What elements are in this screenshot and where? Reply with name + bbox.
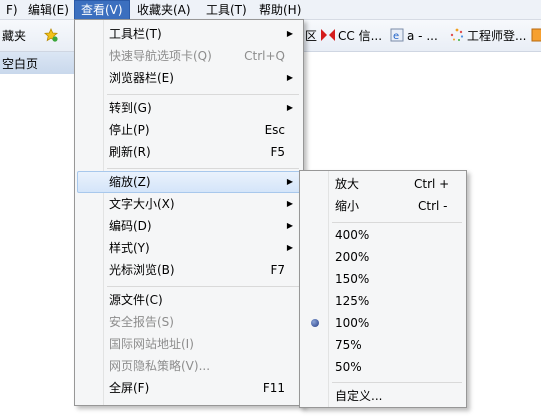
menu-item-shortcut: Ctrl+Q xyxy=(244,49,285,63)
menu-item-zoom[interactable]: 缩放(Z) ▶ xyxy=(77,171,301,193)
menu-item-caret-browsing[interactable]: 光标浏览(B) F7 xyxy=(77,259,301,281)
menu-separator xyxy=(332,222,462,223)
menu-item-full-screen[interactable]: 全屏(F) F11 xyxy=(77,377,301,399)
menu-item-quick-tabs[interactable]: 快速导航选项卡(Q) Ctrl+Q xyxy=(77,45,301,67)
submenu-arrow-icon: ▶ xyxy=(286,243,293,252)
menu-item-label: 100% xyxy=(335,316,370,330)
zoom-level-item-selected[interactable]: 100% xyxy=(302,312,464,334)
menu-item-label: 网页隐私策略(V)... xyxy=(109,359,211,373)
menu-item-shortcut: F7 xyxy=(270,263,285,277)
menu-item-label: 光标浏览(B) xyxy=(109,263,175,277)
zoom-level-item[interactable]: 400% xyxy=(302,224,464,246)
menu-item-label: 源文件(C) xyxy=(109,293,163,307)
menu-item-stop[interactable]: 停止(P) Esc xyxy=(77,119,301,141)
menu-item-label: 停止(P) xyxy=(109,123,150,137)
menu-item-label: 50% xyxy=(335,360,362,374)
menu-item-label: 编码(D) xyxy=(109,219,152,233)
favorite-item-label: CC 信... xyxy=(338,29,383,43)
menu-item-label: 样式(Y) xyxy=(109,241,150,255)
zoom-custom-item[interactable]: 自定义... xyxy=(302,385,464,407)
favorite-item[interactable]: e a - ... xyxy=(390,26,438,46)
radio-selected-icon xyxy=(311,319,319,327)
menu-item-label: 刷新(R) xyxy=(109,145,151,159)
menu-edit[interactable]: 编辑(E) xyxy=(22,0,75,20)
favorite-item[interactable]: 区 xyxy=(305,26,317,46)
menu-item-label: 工具栏(T) xyxy=(109,27,162,41)
menu-item-label: 75% xyxy=(335,338,362,352)
favorite-item[interactable] xyxy=(531,26,541,46)
menu-separator xyxy=(107,286,299,287)
menu-item-toolbars[interactable]: 工具栏(T) ▶ xyxy=(77,23,301,45)
add-favorite-button[interactable] xyxy=(44,26,61,46)
menu-item-label: 200% xyxy=(335,250,370,264)
page-icon xyxy=(531,28,541,42)
menu-item-label: 全屏(F) xyxy=(109,381,150,395)
menu-item-international-address[interactable]: 国际网站地址(I) xyxy=(77,333,301,355)
zoom-out-item[interactable]: 缩小 Ctrl - xyxy=(302,195,464,217)
menu-item-view-source[interactable]: 源文件(C) xyxy=(77,289,301,311)
zoom-level-item[interactable]: 125% xyxy=(302,290,464,312)
bowtie-icon xyxy=(321,29,335,41)
menu-item-encoding[interactable]: 编码(D) ▶ xyxy=(77,215,301,237)
menu-item-shortcut: F11 xyxy=(262,381,285,395)
favorite-item[interactable]: CC 信... xyxy=(321,26,382,46)
zoom-in-item[interactable]: 放大 Ctrl + xyxy=(302,173,464,195)
menu-separator xyxy=(107,168,299,169)
loading-spinner-icon xyxy=(450,28,464,41)
menu-item-label: 缩放(Z) xyxy=(109,175,151,189)
submenu-arrow-icon: ▶ xyxy=(286,221,293,230)
star-add-icon xyxy=(44,28,58,42)
favorite-item[interactable]: 工程师登... xyxy=(450,26,526,46)
favorites-label[interactable]: 藏夹 xyxy=(2,26,26,46)
menu-help[interactable]: 帮助(H) xyxy=(253,0,307,20)
menu-favorites[interactable]: 收藏夹(A) xyxy=(131,0,197,20)
menu-item-label: 缩小 xyxy=(335,199,360,213)
menu-item-label: 150% xyxy=(335,272,370,286)
menu-item-label: 国际网站地址(I) xyxy=(109,337,194,351)
menu-separator xyxy=(107,94,299,95)
submenu-arrow-icon: ▶ xyxy=(286,177,293,186)
favorite-item-label: a - ... xyxy=(407,29,438,43)
zoom-submenu: 放大 Ctrl + 缩小 Ctrl - 400% 200% 150% 125% … xyxy=(299,170,467,408)
menu-item-shortcut: F5 xyxy=(270,145,285,159)
menu-item-shortcut: Esc xyxy=(264,123,285,137)
menu-tools[interactable]: 工具(T) xyxy=(200,0,253,20)
menu-item-explorer-bars[interactable]: 浏览器栏(E) ▶ xyxy=(77,67,301,89)
menu-item-label: 浏览器栏(E) xyxy=(109,71,174,85)
svg-text:e: e xyxy=(393,31,399,42)
submenu-arrow-icon: ▶ xyxy=(286,29,293,38)
menu-item-style[interactable]: 样式(Y) ▶ xyxy=(77,237,301,259)
tab-label: 空白页 xyxy=(2,57,39,71)
menu-item-privacy-policy[interactable]: 网页隐私策略(V)... xyxy=(77,355,301,377)
zoom-level-item[interactable]: 150% xyxy=(302,268,464,290)
menu-item-label: 文字大小(X) xyxy=(109,197,175,211)
menu-bar: F) 编辑(E) 查看(V) 收藏夹(A) 工具(T) 帮助(H) xyxy=(0,0,541,20)
menu-item-label: 放大 xyxy=(335,177,360,191)
menu-item-label: 400% xyxy=(335,228,370,242)
submenu-arrow-icon: ▶ xyxy=(286,199,293,208)
zoom-level-item[interactable]: 75% xyxy=(302,334,464,356)
submenu-arrow-icon: ▶ xyxy=(286,73,293,82)
submenu-arrow-icon: ▶ xyxy=(286,103,293,112)
menu-item-shortcut: Ctrl + xyxy=(414,177,450,191)
menu-item-go-to[interactable]: 转到(G) ▶ xyxy=(77,97,301,119)
zoom-level-item[interactable]: 200% xyxy=(302,246,464,268)
menu-item-text-size[interactable]: 文字大小(X) ▶ xyxy=(77,193,301,215)
menu-item-refresh[interactable]: 刷新(R) F5 xyxy=(77,141,301,163)
menu-view[interactable]: 查看(V) xyxy=(74,0,130,20)
menu-item-shortcut: Ctrl - xyxy=(418,199,448,213)
menu-separator xyxy=(332,382,462,383)
menu-item-label: 快速导航选项卡(Q) xyxy=(109,49,212,63)
zoom-level-item[interactable]: 50% xyxy=(302,356,464,378)
favorite-item-label: 工程师登... xyxy=(467,29,527,43)
menu-item-label: 自定义... xyxy=(335,389,383,403)
menu-item-label: 125% xyxy=(335,294,370,308)
menu-file[interactable]: F) xyxy=(0,0,24,20)
view-menu: 工具栏(T) ▶ 快速导航选项卡(Q) Ctrl+Q 浏览器栏(E) ▶ 转到(… xyxy=(74,19,304,406)
ie-page-icon: e xyxy=(390,28,404,42)
menu-item-label: 转到(G) xyxy=(109,101,152,115)
menu-item-label: 安全报告(S) xyxy=(109,315,174,329)
menu-item-security-report[interactable]: 安全报告(S) xyxy=(77,311,301,333)
